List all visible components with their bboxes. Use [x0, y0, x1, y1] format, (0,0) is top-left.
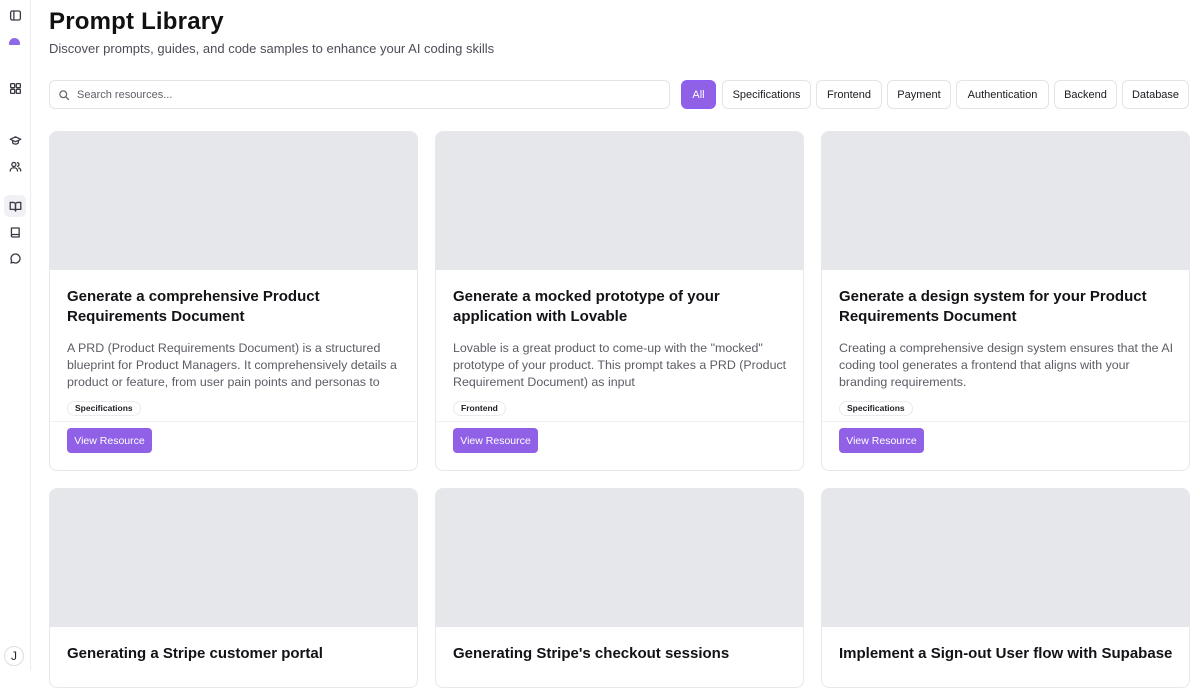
filter-database[interactable]: Database: [1122, 80, 1189, 109]
card-thumbnail: [436, 132, 803, 270]
card-title: Generating a Stripe customer portal: [67, 645, 323, 662]
graduation-cap-icon[interactable]: [4, 129, 26, 151]
view-resource-button[interactable]: View Resource: [839, 428, 924, 453]
resource-card: Generate a comprehensive Product Require…: [49, 131, 418, 471]
page-title: Prompt Library: [49, 8, 224, 35]
card-title: Implement a Sign-out User flow with Supa…: [839, 645, 1173, 662]
card-tag: Specifications: [67, 401, 141, 416]
card-title: Generate a mocked prototype of your appl…: [453, 288, 720, 325]
main-content: Prompt Library Discover prompts, guides,…: [49, 0, 1200, 688]
panel-toggle-icon[interactable]: [4, 4, 26, 26]
card-thumbnail: [50, 489, 417, 627]
resource-card: Generate a design system for your Produc…: [821, 131, 1190, 471]
avatar-initial: J: [11, 649, 17, 663]
filter-all[interactable]: All: [681, 80, 716, 109]
notebook-icon[interactable]: [4, 221, 26, 243]
sidebar: J: [0, 0, 31, 670]
card-thumbnail: [822, 132, 1189, 270]
card-thumbnail: [822, 489, 1189, 627]
search-bar: [49, 80, 670, 109]
logo-icon[interactable]: [9, 38, 20, 45]
resource-card: Generating a Stripe customer portal: [49, 488, 418, 688]
card-thumbnail: [436, 489, 803, 627]
card-title: Generate a comprehensive Product Require…: [67, 288, 320, 325]
page-subtitle: Discover prompts, guides, and code sampl…: [49, 41, 495, 56]
avatar[interactable]: J: [4, 646, 24, 666]
card-title: Generate a design system for your Produc…: [839, 288, 1147, 325]
card-description: Creating a comprehensive design system e…: [839, 341, 1174, 389]
book-open-icon[interactable]: [4, 195, 26, 217]
filter-payment[interactable]: Payment: [887, 80, 951, 109]
card-description: A PRD (Product Requirements Document) is…: [67, 341, 397, 389]
search-icon: [59, 89, 70, 100]
view-resource-button[interactable]: View Resource: [453, 428, 538, 453]
card-thumbnail: [50, 132, 417, 270]
users-icon[interactable]: [4, 155, 26, 177]
card-divider: [436, 421, 803, 422]
card-tag: Specifications: [839, 401, 913, 416]
filter-authentication[interactable]: Authentication: [956, 80, 1049, 109]
card-divider: [50, 421, 417, 422]
resource-card: Generating Stripe's checkout sessions: [435, 488, 804, 688]
resource-card: Implement a Sign-out User flow with Supa…: [821, 488, 1190, 688]
filter-backend[interactable]: Backend: [1054, 80, 1117, 109]
card-divider: [822, 421, 1189, 422]
card-tag: Frontend: [453, 401, 506, 416]
filter-specifications[interactable]: Specifications: [722, 80, 811, 109]
card-title: Generating Stripe's checkout sessions: [453, 645, 730, 662]
card-description: Lovable is a great product to come-up wi…: [453, 341, 787, 389]
resource-card: Generate a mocked prototype of your appl…: [435, 131, 804, 471]
filter-frontend[interactable]: Frontend: [816, 80, 882, 109]
view-resource-button[interactable]: View Resource: [67, 428, 152, 453]
dashboard-grid-icon[interactable]: [4, 77, 26, 99]
chat-bubble-icon[interactable]: [4, 247, 26, 269]
search-input[interactable]: [77, 88, 637, 101]
